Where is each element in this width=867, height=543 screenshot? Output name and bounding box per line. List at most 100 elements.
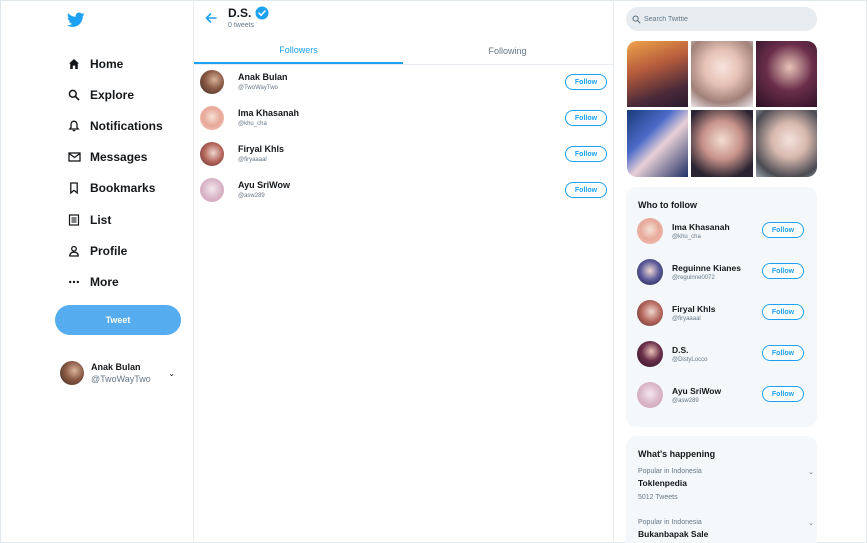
nav-item-profile[interactable]: Profile	[66, 235, 163, 266]
avatar	[200, 106, 224, 130]
avatar	[60, 361, 84, 385]
chevron-down-icon[interactable]: ⌄	[808, 468, 814, 476]
trend-item[interactable]: Popular in Indonesia Toklenpedia 5012 Tw…	[638, 468, 814, 501]
nav-label-list: List	[90, 212, 112, 227]
trend-topic: Bukanbapak Sale	[638, 529, 709, 539]
nav-label-home: Home	[90, 56, 124, 71]
chevron-down-icon[interactable]: ⌄	[808, 519, 814, 527]
trend-context: Popular in Indonesia	[638, 519, 702, 526]
follow-button[interactable]: Follow	[762, 386, 804, 402]
media-thumbnail[interactable]	[756, 110, 817, 177]
user-name: Firyal Khls	[672, 304, 716, 314]
search-icon	[66, 87, 82, 103]
user-name: Ayu SriWow	[238, 180, 291, 190]
nav-label-more: More	[90, 274, 119, 289]
user-name: Firyal Khls	[238, 144, 285, 154]
user-name: D.S.	[672, 345, 689, 355]
whats-happening-panel: What's happening Popular in Indonesia To…	[626, 436, 817, 543]
search-input[interactable]	[644, 15, 804, 23]
bookmark-icon	[66, 180, 82, 196]
user-handle: @reguinne0072	[672, 275, 715, 281]
media-gallery	[627, 41, 817, 177]
user-handle: @DistyLocco	[672, 357, 708, 363]
media-thumbnail[interactable]	[756, 41, 817, 107]
nav-label-bookmarks: Bookmarks	[90, 181, 156, 196]
list-icon	[66, 212, 82, 228]
list-item[interactable]: Reguinne Kianes @reguinne0072 Follow	[626, 259, 817, 299]
bird-icon[interactable]	[67, 12, 85, 28]
avatar	[200, 142, 224, 166]
home-icon	[66, 56, 82, 72]
who-to-follow-title: Who to follow	[638, 200, 697, 210]
tab-bar: Followers Following	[194, 38, 614, 65]
trend-topic: Toklenpedia	[638, 478, 687, 488]
bell-icon	[66, 118, 82, 134]
list-item[interactable]: Ima Khasanah @khu_cha Follow	[626, 218, 817, 258]
follow-button[interactable]: Follow	[762, 222, 804, 238]
user-name: Ayu SriWow	[672, 386, 722, 396]
user-handle: @TwoWayTwo	[238, 85, 278, 91]
nav-item-more[interactable]: More	[66, 266, 163, 297]
nav-item-messages[interactable]: Messages	[66, 142, 163, 173]
follow-button[interactable]: Follow	[565, 74, 607, 90]
chevron-down-icon: ⌄	[168, 369, 175, 378]
follow-button[interactable]: Follow	[762, 345, 804, 361]
envelope-icon	[66, 149, 82, 165]
user-handle: @khu_cha	[672, 234, 701, 240]
account-text: Anak Bulan @TwoWayTwo	[91, 362, 151, 385]
user-name: Ima Khasanah	[238, 108, 300, 118]
avatar	[637, 341, 663, 367]
avatar	[637, 300, 663, 326]
account-switcher[interactable]: Anak Bulan @TwoWayTwo ⌄	[60, 359, 180, 387]
tweet-count: 0 tweets	[228, 22, 255, 29]
avatar	[637, 259, 663, 285]
avatar	[637, 382, 663, 408]
follow-button[interactable]: Follow	[762, 304, 804, 320]
nav-item-list[interactable]: List	[66, 204, 163, 235]
media-thumbnail[interactable]	[691, 41, 753, 107]
user-name: Reguinne Kianes	[672, 263, 741, 273]
user-name: Anak Bulan	[238, 72, 288, 82]
tab-following[interactable]: Following	[403, 38, 612, 64]
follow-button[interactable]: Follow	[762, 263, 804, 279]
list-item[interactable]: D.S. @DistyLocco Follow	[626, 341, 817, 381]
user-name: Ima Khasanah	[672, 222, 730, 232]
whats-happening-title: What's happening	[638, 449, 716, 459]
nav-label-messages: Messages	[90, 150, 148, 165]
tab-followers[interactable]: Followers	[194, 38, 403, 64]
list-item[interactable]: Ayu SriWow @asw289 Follow	[194, 176, 614, 212]
nav-item-explore[interactable]: Explore	[66, 79, 163, 110]
who-to-follow-panel: Who to follow Ima Khasanah @khu_cha Foll…	[626, 187, 817, 427]
nav-label-profile: Profile	[90, 243, 128, 258]
search-icon	[632, 14, 641, 24]
back-arrow-icon[interactable]	[204, 11, 218, 25]
nav-item-home[interactable]: Home	[66, 48, 163, 79]
left-sidebar: Home Explore Notifications Messages Book…	[0, 0, 194, 543]
list-item[interactable]: Anak Bulan @TwoWayTwo Follow	[194, 68, 614, 104]
user-handle: @asw289	[672, 398, 699, 404]
follow-button[interactable]: Follow	[565, 182, 607, 198]
main-nav: Home Explore Notifications Messages Book…	[66, 48, 163, 298]
right-sidebar: Who to follow Ima Khasanah @khu_cha Foll…	[614, 0, 867, 543]
avatar	[200, 178, 224, 202]
list-item[interactable]: Ima Khasanah @khu_cha Follow	[194, 104, 614, 140]
person-icon	[66, 243, 82, 259]
list-item[interactable]: Ayu SriWow @asw289 Follow	[626, 382, 817, 422]
media-thumbnail[interactable]	[627, 110, 688, 177]
search-box[interactable]	[626, 7, 817, 31]
follow-button[interactable]: Follow	[565, 110, 607, 126]
nav-label-notifications: Notifications	[90, 118, 163, 133]
list-item[interactable]: Firyal Khls @firyaaaal Follow	[194, 140, 614, 176]
nav-item-notifications[interactable]: Notifications	[66, 110, 163, 141]
main-column: D.S. 0 tweets Followers Following Anak B…	[194, 0, 614, 543]
media-thumbnail[interactable]	[627, 41, 688, 107]
followers-list: Anak Bulan @TwoWayTwo Follow Ima Khasana…	[194, 68, 614, 212]
list-item[interactable]: Firyal Khls @firyaaaal Follow	[626, 300, 817, 340]
trend-item[interactable]: Popular in Indonesia Bukanbapak Sale ⌄	[638, 519, 814, 539]
follow-button[interactable]: Follow	[565, 146, 607, 162]
tweet-button[interactable]: Tweet	[55, 305, 181, 335]
nav-item-bookmarks[interactable]: Bookmarks	[66, 173, 163, 204]
user-handle: @asw289	[238, 193, 265, 199]
nav-label-explore: Explore	[90, 87, 135, 102]
media-thumbnail[interactable]	[691, 110, 753, 177]
